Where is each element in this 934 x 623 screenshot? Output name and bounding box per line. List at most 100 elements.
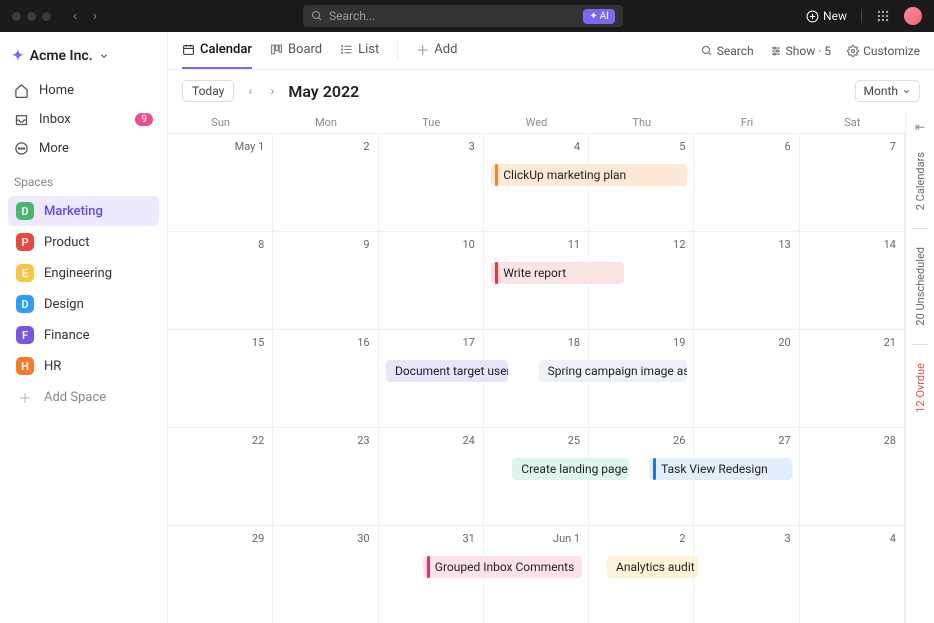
workspace-logo-icon: ✦ (12, 48, 24, 64)
new-button[interactable]: New (806, 9, 847, 23)
chevron-down-icon (99, 51, 109, 61)
calendar-week: May 1234567ClickUp marketing plan (168, 133, 905, 231)
calendar-header: Today ‹ › May 2022 Month (168, 70, 934, 112)
calendar-event[interactable]: Create landing page (512, 458, 629, 480)
space-color-icon: P (16, 233, 34, 251)
ai-badge[interactable]: ✦ AI (583, 9, 615, 24)
next-month-icon[interactable]: › (266, 84, 278, 98)
rail-overdue[interactable]: 12 Ovrdue (914, 357, 927, 419)
nav-more[interactable]: More (6, 134, 161, 163)
calendar-day[interactable]: 23 (273, 428, 378, 525)
plus-icon: ＋ (416, 40, 429, 59)
calendar-day[interactable]: 15 (168, 330, 273, 427)
nav-back-icon[interactable]: ‹ (67, 9, 83, 24)
day-number: 29 (252, 532, 264, 545)
calendar-event[interactable]: Analytics audit (607, 556, 698, 578)
nav-home[interactable]: Home (6, 76, 161, 105)
calendar-day[interactable]: 3 (694, 526, 799, 623)
calendar-event[interactable]: Task View Redesign (649, 458, 792, 480)
calendar-day[interactable]: 8 (168, 232, 273, 329)
search-icon (311, 10, 323, 22)
day-number: 24 (462, 434, 474, 447)
calendar-day[interactable]: 30 (273, 526, 378, 623)
window-controls[interactable] (12, 12, 51, 21)
day-number: 21 (884, 336, 896, 349)
calendar-day[interactable]: 3 (379, 134, 484, 231)
month-title: May 2022 (288, 82, 359, 101)
day-number: 2 (679, 532, 685, 545)
event-color-bar (653, 458, 656, 480)
space-color-icon: D (16, 295, 34, 313)
calendar-day[interactable]: 21 (800, 330, 905, 427)
calendar-day[interactable]: 10 (379, 232, 484, 329)
user-avatar[interactable] (904, 7, 922, 25)
space-item-finance[interactable]: FFinance (8, 320, 159, 350)
event-color-bar (495, 262, 498, 284)
calendar-day[interactable]: 24 (379, 428, 484, 525)
calendar-day[interactable]: 16 (273, 330, 378, 427)
toolbar-customize[interactable]: Customize (847, 44, 920, 58)
calendar-day[interactable]: 9 (273, 232, 378, 329)
prev-month-icon[interactable]: ‹ (244, 84, 256, 98)
tab-list[interactable]: List (340, 32, 379, 69)
day-number: 20 (778, 336, 790, 349)
search-icon (701, 45, 713, 57)
calendar-event[interactable]: ClickUp marketing plan (491, 164, 687, 186)
calendar-day[interactable]: 2 (273, 134, 378, 231)
calendar-day[interactable]: May 1 (168, 134, 273, 231)
event-label: Grouped Inbox Comments (435, 560, 575, 574)
day-number: 9 (363, 238, 369, 251)
day-number: 2 (363, 140, 369, 153)
tab-board[interactable]: Board (270, 32, 322, 69)
event-label: Create landing page (521, 462, 627, 476)
space-item-hr[interactable]: HHR (8, 351, 159, 381)
plus-circle-icon (806, 10, 819, 23)
tab-add-view[interactable]: ＋ Add (416, 32, 457, 69)
dow-label: Fri (694, 112, 799, 133)
calendar-event[interactable]: Spring campaign image assets (539, 360, 687, 382)
rail-unscheduled[interactable]: 20 Unscheduled (914, 241, 927, 332)
space-color-icon: H (16, 357, 34, 375)
day-number: 3 (785, 532, 791, 545)
nav-forward-icon[interactable]: › (87, 9, 103, 24)
view-mode-select[interactable]: Month (855, 80, 920, 102)
calendar-day[interactable]: 14 (800, 232, 905, 329)
nav-inbox[interactable]: Inbox 9 (6, 105, 161, 134)
day-number: 15 (252, 336, 264, 349)
event-label: Spring campaign image assets (548, 364, 687, 378)
collapse-rail-icon[interactable]: ⇤ (915, 120, 925, 134)
toolbar-search[interactable]: Search (701, 44, 754, 58)
right-rail: ⇤ 2 Calendars 20 Unscheduled 12 Ovrdue (906, 112, 934, 623)
event-color-bar (427, 556, 430, 578)
add-space-button[interactable]: ＋ Add Space (8, 382, 159, 413)
space-label: Finance (44, 328, 89, 343)
apps-grid-icon[interactable] (876, 9, 890, 23)
calendar-day[interactable]: 13 (694, 232, 799, 329)
calendar-day[interactable]: 6 (694, 134, 799, 231)
calendar-day[interactable]: 7 (800, 134, 905, 231)
space-item-marketing[interactable]: DMarketing (8, 196, 159, 226)
day-number: 14 (884, 238, 896, 251)
space-item-engineering[interactable]: EEngineering (8, 258, 159, 288)
space-item-product[interactable]: PProduct (8, 227, 159, 257)
workspace-switcher[interactable]: ✦ Acme Inc. (6, 40, 161, 76)
calendar-event[interactable]: Write report (491, 262, 624, 284)
rail-calendars[interactable]: 2 Calendars (914, 146, 927, 216)
global-search[interactable]: Search... ✦ AI (303, 5, 623, 27)
event-label: Document target users (395, 364, 508, 378)
calendar-day[interactable]: 22 (168, 428, 273, 525)
today-button[interactable]: Today (182, 80, 234, 102)
toolbar-show[interactable]: Show · 5 (770, 44, 831, 58)
dow-label: Thu (589, 112, 694, 133)
space-item-design[interactable]: DDesign (8, 289, 159, 319)
calendar-day[interactable]: 29 (168, 526, 273, 623)
space-color-icon: E (16, 264, 34, 282)
calendar-event[interactable]: Document target users (386, 360, 508, 382)
tab-calendar[interactable]: Calendar (182, 32, 252, 69)
space-label: Marketing (44, 204, 103, 219)
calendar-day[interactable]: 4 (800, 526, 905, 623)
calendar-event[interactable]: Grouped Inbox Comments (423, 556, 582, 578)
day-number: 7 (890, 140, 896, 153)
calendar-day[interactable]: 20 (694, 330, 799, 427)
calendar-day[interactable]: 28 (800, 428, 905, 525)
